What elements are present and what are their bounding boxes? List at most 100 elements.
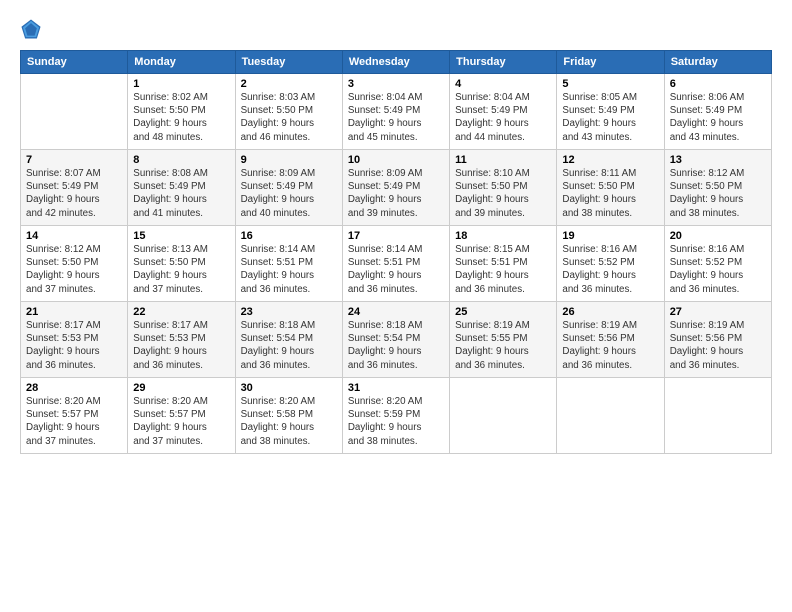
- day-info: Sunrise: 8:19 AM Sunset: 5:56 PM Dayligh…: [670, 319, 766, 372]
- day-number: 16: [241, 230, 337, 242]
- day-cell: 21Sunrise: 8:17 AM Sunset: 5:53 PM Dayli…: [21, 302, 128, 378]
- day-cell: [557, 378, 664, 454]
- day-info: Sunrise: 8:19 AM Sunset: 5:55 PM Dayligh…: [455, 319, 551, 372]
- day-info: Sunrise: 8:06 AM Sunset: 5:49 PM Dayligh…: [670, 91, 766, 144]
- logo: [20, 18, 44, 40]
- day-cell: 28Sunrise: 8:20 AM Sunset: 5:57 PM Dayli…: [21, 378, 128, 454]
- day-cell: 15Sunrise: 8:13 AM Sunset: 5:50 PM Dayli…: [128, 226, 235, 302]
- day-number: 9: [241, 154, 337, 166]
- weekday-header-monday: Monday: [128, 51, 235, 74]
- day-info: Sunrise: 8:12 AM Sunset: 5:50 PM Dayligh…: [670, 167, 766, 220]
- day-info: Sunrise: 8:09 AM Sunset: 5:49 PM Dayligh…: [241, 167, 337, 220]
- day-cell: [450, 378, 557, 454]
- day-number: 11: [455, 154, 551, 166]
- week-row-4: 21Sunrise: 8:17 AM Sunset: 5:53 PM Dayli…: [21, 302, 772, 378]
- day-info: Sunrise: 8:20 AM Sunset: 5:59 PM Dayligh…: [348, 395, 444, 448]
- day-info: Sunrise: 8:03 AM Sunset: 5:50 PM Dayligh…: [241, 91, 337, 144]
- day-number: 7: [26, 154, 122, 166]
- day-cell: 1Sunrise: 8:02 AM Sunset: 5:50 PM Daylig…: [128, 74, 235, 150]
- day-number: 25: [455, 306, 551, 318]
- day-info: Sunrise: 8:09 AM Sunset: 5:49 PM Dayligh…: [348, 167, 444, 220]
- day-cell: 27Sunrise: 8:19 AM Sunset: 5:56 PM Dayli…: [664, 302, 771, 378]
- header: [20, 18, 772, 40]
- day-number: 12: [562, 154, 658, 166]
- day-info: Sunrise: 8:13 AM Sunset: 5:50 PM Dayligh…: [133, 243, 229, 296]
- day-number: 3: [348, 78, 444, 90]
- day-cell: 9Sunrise: 8:09 AM Sunset: 5:49 PM Daylig…: [235, 150, 342, 226]
- day-cell: 14Sunrise: 8:12 AM Sunset: 5:50 PM Dayli…: [21, 226, 128, 302]
- day-number: 29: [133, 382, 229, 394]
- day-number: 14: [26, 230, 122, 242]
- day-number: 30: [241, 382, 337, 394]
- day-number: 5: [562, 78, 658, 90]
- day-info: Sunrise: 8:07 AM Sunset: 5:49 PM Dayligh…: [26, 167, 122, 220]
- day-number: 28: [26, 382, 122, 394]
- day-cell: 26Sunrise: 8:19 AM Sunset: 5:56 PM Dayli…: [557, 302, 664, 378]
- week-row-3: 14Sunrise: 8:12 AM Sunset: 5:50 PM Dayli…: [21, 226, 772, 302]
- day-info: Sunrise: 8:11 AM Sunset: 5:50 PM Dayligh…: [562, 167, 658, 220]
- day-info: Sunrise: 8:16 AM Sunset: 5:52 PM Dayligh…: [562, 243, 658, 296]
- day-cell: 25Sunrise: 8:19 AM Sunset: 5:55 PM Dayli…: [450, 302, 557, 378]
- day-cell: 22Sunrise: 8:17 AM Sunset: 5:53 PM Dayli…: [128, 302, 235, 378]
- day-number: 26: [562, 306, 658, 318]
- day-cell: 23Sunrise: 8:18 AM Sunset: 5:54 PM Dayli…: [235, 302, 342, 378]
- day-info: Sunrise: 8:19 AM Sunset: 5:56 PM Dayligh…: [562, 319, 658, 372]
- day-cell: 3Sunrise: 8:04 AM Sunset: 5:49 PM Daylig…: [342, 74, 449, 150]
- day-cell: 19Sunrise: 8:16 AM Sunset: 5:52 PM Dayli…: [557, 226, 664, 302]
- day-info: Sunrise: 8:20 AM Sunset: 5:57 PM Dayligh…: [26, 395, 122, 448]
- day-info: Sunrise: 8:02 AM Sunset: 5:50 PM Dayligh…: [133, 91, 229, 144]
- day-info: Sunrise: 8:14 AM Sunset: 5:51 PM Dayligh…: [348, 243, 444, 296]
- day-info: Sunrise: 8:05 AM Sunset: 5:49 PM Dayligh…: [562, 91, 658, 144]
- day-number: 27: [670, 306, 766, 318]
- day-cell: 16Sunrise: 8:14 AM Sunset: 5:51 PM Dayli…: [235, 226, 342, 302]
- day-number: 18: [455, 230, 551, 242]
- day-info: Sunrise: 8:12 AM Sunset: 5:50 PM Dayligh…: [26, 243, 122, 296]
- page: SundayMondayTuesdayWednesdayThursdayFrid…: [0, 0, 792, 612]
- day-cell: 11Sunrise: 8:10 AM Sunset: 5:50 PM Dayli…: [450, 150, 557, 226]
- day-cell: 17Sunrise: 8:14 AM Sunset: 5:51 PM Dayli…: [342, 226, 449, 302]
- day-info: Sunrise: 8:15 AM Sunset: 5:51 PM Dayligh…: [455, 243, 551, 296]
- day-cell: 2Sunrise: 8:03 AM Sunset: 5:50 PM Daylig…: [235, 74, 342, 150]
- day-cell: 6Sunrise: 8:06 AM Sunset: 5:49 PM Daylig…: [664, 74, 771, 150]
- day-cell: 8Sunrise: 8:08 AM Sunset: 5:49 PM Daylig…: [128, 150, 235, 226]
- day-info: Sunrise: 8:17 AM Sunset: 5:53 PM Dayligh…: [26, 319, 122, 372]
- weekday-header-tuesday: Tuesday: [235, 51, 342, 74]
- day-cell: 12Sunrise: 8:11 AM Sunset: 5:50 PM Dayli…: [557, 150, 664, 226]
- day-cell: 18Sunrise: 8:15 AM Sunset: 5:51 PM Dayli…: [450, 226, 557, 302]
- weekday-header-thursday: Thursday: [450, 51, 557, 74]
- day-number: 22: [133, 306, 229, 318]
- day-info: Sunrise: 8:18 AM Sunset: 5:54 PM Dayligh…: [241, 319, 337, 372]
- day-number: 8: [133, 154, 229, 166]
- calendar-table: SundayMondayTuesdayWednesdayThursdayFrid…: [20, 50, 772, 454]
- day-cell: [664, 378, 771, 454]
- day-number: 4: [455, 78, 551, 90]
- day-cell: 5Sunrise: 8:05 AM Sunset: 5:49 PM Daylig…: [557, 74, 664, 150]
- day-cell: 29Sunrise: 8:20 AM Sunset: 5:57 PM Dayli…: [128, 378, 235, 454]
- weekday-header-friday: Friday: [557, 51, 664, 74]
- day-cell: 7Sunrise: 8:07 AM Sunset: 5:49 PM Daylig…: [21, 150, 128, 226]
- weekday-header-wednesday: Wednesday: [342, 51, 449, 74]
- day-info: Sunrise: 8:14 AM Sunset: 5:51 PM Dayligh…: [241, 243, 337, 296]
- day-info: Sunrise: 8:04 AM Sunset: 5:49 PM Dayligh…: [455, 91, 551, 144]
- day-cell: [21, 74, 128, 150]
- week-row-2: 7Sunrise: 8:07 AM Sunset: 5:49 PM Daylig…: [21, 150, 772, 226]
- day-info: Sunrise: 8:04 AM Sunset: 5:49 PM Dayligh…: [348, 91, 444, 144]
- day-info: Sunrise: 8:18 AM Sunset: 5:54 PM Dayligh…: [348, 319, 444, 372]
- day-number: 17: [348, 230, 444, 242]
- day-number: 31: [348, 382, 444, 394]
- day-number: 10: [348, 154, 444, 166]
- day-info: Sunrise: 8:17 AM Sunset: 5:53 PM Dayligh…: [133, 319, 229, 372]
- day-number: 1: [133, 78, 229, 90]
- day-info: Sunrise: 8:10 AM Sunset: 5:50 PM Dayligh…: [455, 167, 551, 220]
- day-number: 2: [241, 78, 337, 90]
- weekday-header-saturday: Saturday: [664, 51, 771, 74]
- day-info: Sunrise: 8:16 AM Sunset: 5:52 PM Dayligh…: [670, 243, 766, 296]
- day-cell: 20Sunrise: 8:16 AM Sunset: 5:52 PM Dayli…: [664, 226, 771, 302]
- day-number: 23: [241, 306, 337, 318]
- day-number: 13: [670, 154, 766, 166]
- logo-icon: [20, 18, 42, 40]
- day-number: 21: [26, 306, 122, 318]
- day-info: Sunrise: 8:20 AM Sunset: 5:57 PM Dayligh…: [133, 395, 229, 448]
- day-cell: 24Sunrise: 8:18 AM Sunset: 5:54 PM Dayli…: [342, 302, 449, 378]
- day-cell: 10Sunrise: 8:09 AM Sunset: 5:49 PM Dayli…: [342, 150, 449, 226]
